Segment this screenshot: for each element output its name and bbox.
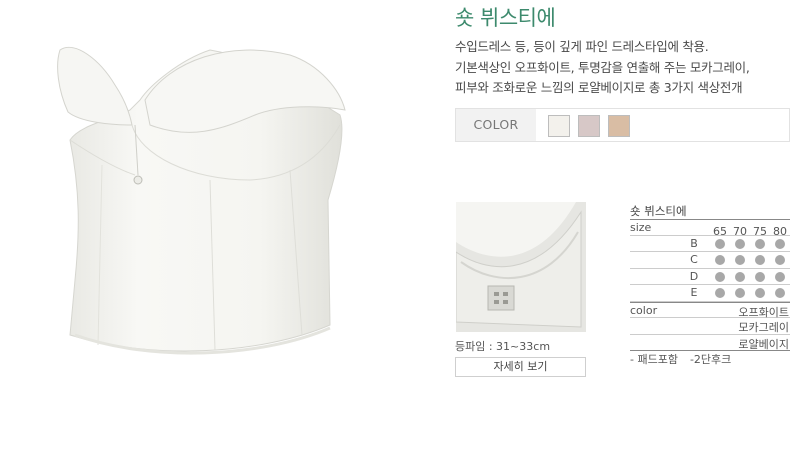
spec-row-color: 모카그레이 xyxy=(630,318,790,335)
availability-dot xyxy=(735,255,745,265)
availability-dots xyxy=(710,271,790,285)
color-spec-label: color xyxy=(630,303,658,317)
availability-dot xyxy=(775,255,785,265)
size-label: size xyxy=(630,221,652,234)
product-title: 숏 뷔스티에 xyxy=(455,6,556,30)
color-label: COLOR xyxy=(456,109,536,141)
color-name: 모카그레이 xyxy=(738,321,789,334)
availability-dot xyxy=(735,238,745,249)
availability-dot xyxy=(715,238,725,249)
color-swatch-off-white[interactable] xyxy=(548,115,570,137)
availability-dot xyxy=(735,288,745,298)
spec-row-color: color 오프화이트 xyxy=(630,301,790,319)
color-swatch-royal-beige[interactable] xyxy=(608,115,630,137)
availability-dot xyxy=(755,271,765,282)
availability-dot xyxy=(715,288,725,298)
color-name: 로얄베이지 xyxy=(738,337,789,351)
spec-row-color: 로얄베이지 xyxy=(630,335,790,351)
view-details-button[interactable]: 자세히 보기 xyxy=(455,357,586,377)
description-line: 수입드레스 등, 등이 깊게 파인 드레스타입에 착용. xyxy=(455,39,709,54)
description-line: 기본색상인 오프화이트, 투명감을 연출해 주는 모카그레이, xyxy=(455,59,750,75)
availability-dot xyxy=(755,255,765,265)
availability-dot xyxy=(715,255,725,265)
product-description: 수입드레스 등, 등이 깊게 파인 드레스타입에 착용. 기본색상인 오프화이트… xyxy=(455,37,785,99)
description-line: 피부와 조화로운 느낌의 로얄베이지로 총 3가지 색상전개 xyxy=(455,80,743,95)
note-pad: - 패드포함 xyxy=(630,353,678,366)
note-hook: -2단후크 xyxy=(689,353,732,366)
availability-dot xyxy=(715,271,725,282)
availability-dot xyxy=(775,271,785,282)
availability-dot xyxy=(755,288,765,298)
availability-dots xyxy=(710,255,790,268)
spec-row-size: size 65 70 75 80 xyxy=(630,219,790,238)
back-depth-caption: 등파임 : 31~33cm xyxy=(455,340,551,353)
spec-row-cup-d: D xyxy=(630,269,790,285)
product-image xyxy=(57,47,346,355)
availability-dots xyxy=(710,238,790,252)
spec-row-cup-c: C xyxy=(630,252,790,269)
spec-title: 숏 뷔스티에 xyxy=(630,204,687,218)
color-swatch-mocha-gray[interactable] xyxy=(578,115,600,137)
availability-dot xyxy=(775,288,785,298)
spec-table: size 65 70 75 80 B C D E color 오프화이트 모카그레이 … xyxy=(630,219,790,351)
cup-label: C xyxy=(690,253,698,266)
color-selector: COLOR xyxy=(455,108,790,142)
availability-dot xyxy=(735,271,745,282)
availability-dot xyxy=(755,238,765,249)
back-detail-image xyxy=(456,202,586,332)
availability-dot xyxy=(775,238,785,249)
spec-row-cup-b: B xyxy=(630,236,790,252)
spec-row-cup-e: E xyxy=(630,285,790,302)
cup-label: E xyxy=(690,286,698,299)
spec-notes: - 패드포함 -2단후크 xyxy=(630,351,743,367)
cup-label: D xyxy=(689,269,699,283)
availability-dots xyxy=(710,288,790,301)
cup-label: B xyxy=(690,236,698,250)
